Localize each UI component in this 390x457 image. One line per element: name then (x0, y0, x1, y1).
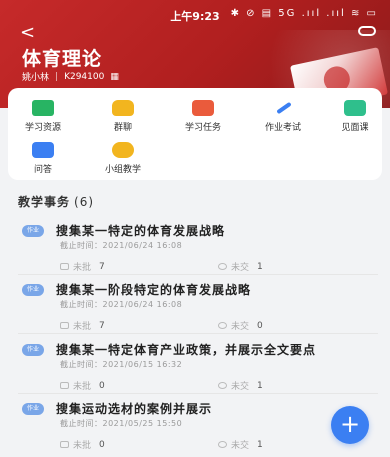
task-item[interactable]: 作业 搜集运动选材的案例并展示 截止时间：2021/05/25 15:50 未批… (18, 400, 378, 457)
unreviewed-label: 未批 (73, 322, 92, 332)
section-title: 教学事务 (6) (18, 193, 94, 210)
task-badge: 作业 (22, 403, 44, 415)
unreviewed-count: 7 (99, 320, 105, 331)
divider (18, 274, 378, 275)
video-icon (344, 100, 366, 116)
unsubmitted-stat: 未交 0 (218, 319, 263, 332)
tools-card: 学习资源 群聊 学习任务 作业考试 见面课 问答 小组教学 (8, 88, 382, 180)
pen-icon (272, 100, 294, 116)
unsubmitted-count: 1 (257, 380, 263, 391)
task-title: 搜集某一特定的体育发展战略 (56, 224, 226, 238)
tool-label: 问答 (33, 165, 52, 175)
add-button[interactable]: + (331, 406, 369, 444)
task-title: 搜集某一阶段特定的体育发展战略 (56, 283, 252, 297)
tool-homework-exams[interactable]: 作业考试 (252, 100, 314, 133)
unsubmitted-label: 未交 (231, 322, 250, 332)
unreviewed-count: 0 (99, 380, 105, 391)
unreviewed-stat: 未批 7 (60, 319, 105, 332)
unsubmitted-count: 1 (257, 439, 263, 450)
status-icons: ✱ ⊘ ▤ 5G .ııl .ııl ≋ ▭ (230, 8, 378, 19)
folder-icon (32, 100, 54, 116)
unreviewed-label: 未批 (73, 263, 92, 273)
tool-label: 学习任务 (184, 123, 221, 133)
unreviewed-label: 未批 (73, 441, 92, 451)
unsubmitted-label: 未交 (231, 263, 250, 273)
unreviewed-count: 0 (99, 439, 105, 450)
task-title: 搜集某一特定体育产业政策，并展示全文要点 (56, 343, 317, 357)
task-badge: 作业 (22, 225, 44, 237)
unsubmitted-icon (218, 322, 227, 329)
unreviewed-stat: 未批 0 (60, 438, 105, 451)
unsubmitted-label: 未交 (231, 382, 250, 392)
tool-meeting-class[interactable]: 见面课 (324, 100, 386, 133)
task-deadline: 截止时间：2021/06/15 16:32 (60, 360, 183, 369)
course-title: 体育理论 (22, 48, 103, 70)
course-meta: 姚小林 | K294100 ▦ (22, 70, 119, 84)
course-code: K294100 (64, 71, 105, 82)
tool-label: 小组教学 (104, 165, 141, 175)
tool-label: 见面课 (341, 123, 369, 133)
section-count: (6) (74, 195, 95, 209)
task-deadline: 截止时间：2021/05/25 15:50 (60, 419, 183, 428)
meta-divider: | (55, 71, 59, 82)
unsubmitted-stat: 未交 1 (218, 379, 263, 392)
review-icon (60, 441, 69, 448)
task-flag-icon (192, 100, 214, 116)
task-badge: 作业 (22, 344, 44, 356)
tool-learning-resources[interactable]: 学习资源 (12, 100, 74, 133)
tool-qa[interactable]: 问答 (12, 142, 74, 175)
review-icon (60, 263, 69, 270)
task-item[interactable]: 作业 搜集某一特定的体育发展战略 截止时间：2021/06/24 16:08 未… (18, 222, 378, 280)
task-item[interactable]: 作业 搜集某一特定体育产业政策，并展示全文要点 截止时间：2021/06/15 … (18, 341, 378, 399)
task-item[interactable]: 作业 搜集某一阶段特定的体育发展战略 截止时间：2021/06/24 16:08… (18, 281, 378, 339)
tool-label: 作业考试 (264, 123, 301, 133)
divider (18, 333, 378, 334)
chat-icon (112, 100, 134, 116)
unsubmitted-icon (218, 441, 227, 448)
tool-label: 学习资源 (24, 123, 61, 133)
section-title-text: 教学事务 (18, 195, 71, 209)
tool-group-chat[interactable]: 群聊 (92, 100, 154, 133)
group-icon (112, 142, 134, 158)
review-icon (60, 382, 69, 389)
review-icon (60, 322, 69, 329)
tool-group-teaching[interactable]: 小组教学 (92, 142, 154, 175)
unsubmitted-label: 未交 (231, 441, 250, 451)
task-deadline: 截止时间：2021/06/24 16:08 (60, 300, 183, 309)
unsubmitted-count: 0 (257, 320, 263, 331)
unsubmitted-count: 1 (257, 261, 263, 272)
teacher-name: 姚小林 (22, 73, 50, 83)
more-icon[interactable] (358, 26, 376, 36)
status-bar: 上午9:23 ✱ ⊘ ▤ 5G .ııl .ııl ≋ ▭ (0, 0, 390, 26)
unreviewed-stat: 未批 7 (60, 260, 105, 273)
unsubmitted-icon (218, 382, 227, 389)
unreviewed-label: 未批 (73, 382, 92, 392)
back-icon[interactable]: < (20, 22, 35, 43)
tool-learning-tasks[interactable]: 学习任务 (172, 100, 234, 133)
unreviewed-count: 7 (99, 261, 105, 272)
unsubmitted-icon (218, 263, 227, 270)
unsubmitted-stat: 未交 1 (218, 438, 263, 451)
tool-label: 群聊 (113, 123, 132, 133)
task-deadline: 截止时间：2021/06/24 16:08 (60, 241, 183, 250)
task-title: 搜集运动选材的案例并展示 (56, 402, 213, 416)
divider (18, 393, 378, 394)
qr-code-icon[interactable]: ▦ (110, 72, 119, 82)
qa-icon (32, 142, 54, 158)
unreviewed-stat: 未批 0 (60, 379, 105, 392)
task-badge: 作业 (22, 284, 44, 296)
unsubmitted-stat: 未交 1 (218, 260, 263, 273)
